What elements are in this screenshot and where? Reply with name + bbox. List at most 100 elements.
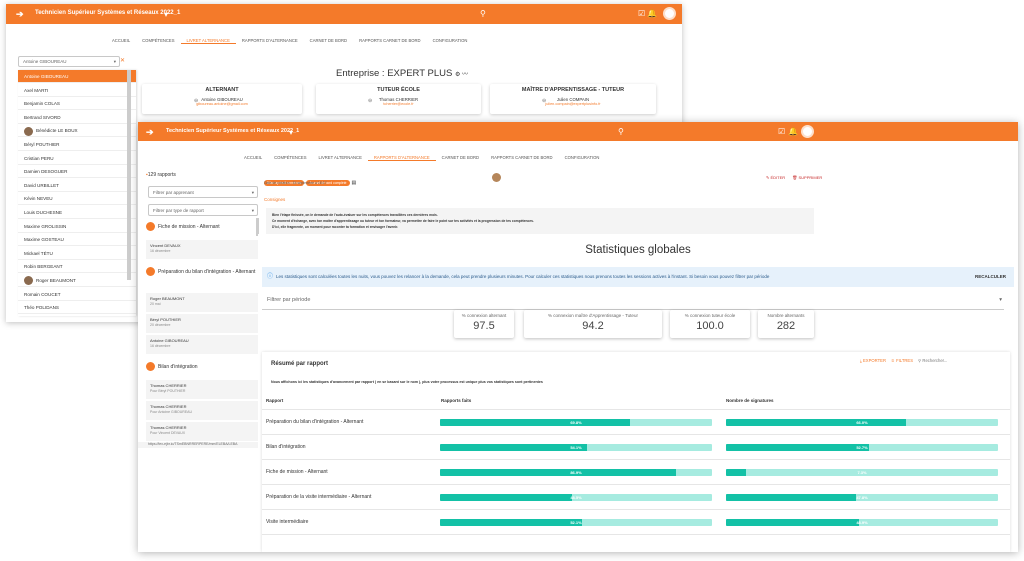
list-item[interactable]: Mickael TÉTU [18,247,136,260]
student-name: Louis DUCHESNE [24,210,63,215]
nav-tab[interactable]: CARNET DE BORD [436,155,485,161]
progress-bar: 48.5% [440,494,712,501]
student-name: Théo POLIDANS [24,305,59,311]
list-item[interactable]: Kévin NEVEU [18,192,136,206]
chevron-down-icon[interactable]: ▾ [289,128,293,137]
report-group-header[interactable]: Bilan d'intégration [146,362,258,371]
list-item[interactable]: Benjamin COLAS [18,97,136,111]
user-avatar[interactable] [801,125,814,138]
search-icon[interactable]: ⚲ [480,9,486,18]
close-icon[interactable]: ✕ [120,57,125,64]
nav-tab[interactable]: COMPÉTENCES [268,155,312,161]
nav-tab[interactable]: COMPÉTENCES [136,38,180,44]
card-email[interactable]: julien.compain@expertplusinfo.fr [490,102,656,106]
filters-button[interactable]: ⚟ FILTRES [891,358,913,363]
nav-tab[interactable]: LIVRET ALTERNANCE [313,155,368,161]
nav-tab[interactable]: RAPPORTS CARNET DE BORD [353,38,427,44]
nav-tab[interactable]: RAPPORTS CARNET DE BORD [485,155,559,161]
list-item[interactable]: Bertrand SIVORD [18,111,136,124]
list-item[interactable]: Romain COUCET [18,288,136,301]
avatar [24,276,33,286]
summary-note: Nous affichons ici les statistiques d'av… [271,380,543,384]
app-logo[interactable]: ➔ [16,9,24,20]
nav-tab[interactable]: ACCUEIL [238,155,268,161]
list-item[interactable]: Maxime GOSTEAU [18,233,136,247]
report-actions: ✎ ÉDITER 🗑 SUPPRIMER [766,175,822,180]
user-avatar[interactable] [663,7,676,20]
table-row[interactable]: Préparation de la visite intermédiaire -… [262,485,1010,510]
copy-icon[interactable]: ▤ [352,180,357,186]
nav-tab[interactable]: RAPPORTS D'ALTERNANCE [236,38,304,44]
list-item[interactable]: Béryl POUTHIER [18,138,136,151]
nav-tab[interactable]: CARNET DE BORD [304,38,353,44]
kpi-label: % connexion tuteur école [684,313,736,318]
period-filter-select[interactable]: Filtrer par période ▾ [262,290,1004,310]
card-email[interactable]: tcherrier@ecole.fr [316,102,481,106]
list-item[interactable]: Bénédicte LE BOUX [18,124,136,138]
enterprise-title: Entreprise : EXPERT PLUS ⚙ 〰 [336,68,468,79]
list-item[interactable]: Louis DUCHESNE [18,206,136,219]
report-group-header[interactable]: Préparation du bilan d'intégration - Alt… [146,267,258,276]
student-name: Robin BERGEANT [24,264,63,270]
report-group-header[interactable]: Fiche de mission - Alternant [146,222,258,231]
checkbox-icon[interactable]: ☑ [778,127,785,136]
nav-tab[interactable]: RAPPORTS D'ALTERNANCE [367,155,436,161]
search-icon[interactable]: ⚲ [618,127,624,136]
nav-tab[interactable]: ACCUEIL [106,38,136,44]
recalc-button[interactable]: RECALCULER [975,267,1006,287]
search-placeholder: Rechercher... [922,358,948,363]
export-button[interactable]: ⤓ EXPORTER [860,358,886,363]
bell-icon[interactable]: 🔔 [647,9,657,18]
list-item[interactable]: David URBILLET [18,179,136,192]
app-title[interactable]: Technicien Supérieur Systèmes et Réseaux… [166,128,299,134]
filter-student-select[interactable]: Filtrer par apprenant ▾ [148,186,258,198]
list-item[interactable]: Cristian PERU [18,152,136,165]
report-list-item[interactable]: Roger BEAUMONT 20 mai [146,293,258,313]
card-heading: TUTEUR ÉCOLE [377,87,420,93]
progress-label: 47.8% [856,495,868,500]
nav-tab[interactable]: LIVRET ALTERNANCE [180,38,236,44]
table-row[interactable]: Fiche de mission - Alternant 86.9% 7.3% [262,460,1010,485]
progress-label: 66.0% [856,420,868,425]
checkbox-icon[interactable]: ☑ [638,9,645,18]
list-item[interactable]: Maxime GROLISSIN [18,220,136,233]
report-list-item[interactable]: Thomas CHERRIER Pour Béryl POUTHIER [146,380,258,400]
search-input[interactable]: ⚲ Rechercher... [918,358,947,363]
col-header-report: Rapport [266,398,284,403]
chevron-down-icon[interactable]: ▾ [164,10,168,19]
delete-button[interactable]: 🗑 SUPPRIMER [792,175,822,180]
report-list-item[interactable]: Thomas CHERRIER Pour Antoine GIBOUREAU [146,401,258,421]
table-row[interactable]: Visite intermédiaire 52.1% 48.9% [262,510,1010,535]
filter-type-select[interactable]: Filtrer par type de rapport ▾ [148,204,258,216]
nav-tab[interactable]: CONFIGURATION [427,38,474,44]
list-item[interactable]: Roger BEAUMONT [18,274,136,287]
list-item[interactable]: Théo POLIDANS [18,301,136,315]
kpi-value: 282 [776,320,796,332]
report-list-item[interactable]: Antoine GIBOUREAU 16 décembre [146,335,258,355]
chevron-down-icon: ▾ [999,297,1002,303]
author-avatar [492,173,501,182]
list-item[interactable]: Axel MARTI [18,84,136,97]
progress-label: 52.1% [570,520,582,525]
report-subtitle: Pour Vincent DEVAUX [150,431,186,435]
edit-button[interactable]: ✎ ÉDITER [766,175,785,180]
list-item[interactable]: Damien DESOGUER [18,165,136,179]
app-logo[interactable]: ➔ [146,127,154,138]
link-icon: ⊖ [194,98,199,104]
progress-bar: 52.7% [726,444,998,451]
kpi-value: 97.5 [473,320,495,332]
report-list-item[interactable]: Béryl POUTHIER 20 décembre [146,314,258,334]
list-item[interactable]: Antoine GIBOUREAU [18,70,136,83]
app-title[interactable]: Technicien Supérieur Systèmes et Réseaux… [35,10,180,16]
report-list-item[interactable]: Thomas CHERRIER Pour Vincent DEVAUX [146,422,258,442]
nav-tab[interactable]: CONFIGURATION [559,155,606,161]
card-email[interactable]: giboureau.antoine@gmail.com [142,102,302,106]
student-select[interactable]: Antoine GIBOUREAU ▾ [18,56,120,67]
scrollbar[interactable] [127,70,131,280]
report-subtitle: 16 décembre [150,344,171,348]
table-row[interactable]: Préparation du bilan d'intégration - Alt… [262,410,1010,435]
list-item[interactable]: Robin BERGEANT [18,260,136,274]
bell-icon[interactable]: 🔔 [788,127,798,136]
report-list-item[interactable]: Vincent DEVAUX 16 décembre [146,240,258,260]
table-row[interactable]: Bilan d'intégration 54.1% 52.7% [262,435,1010,460]
